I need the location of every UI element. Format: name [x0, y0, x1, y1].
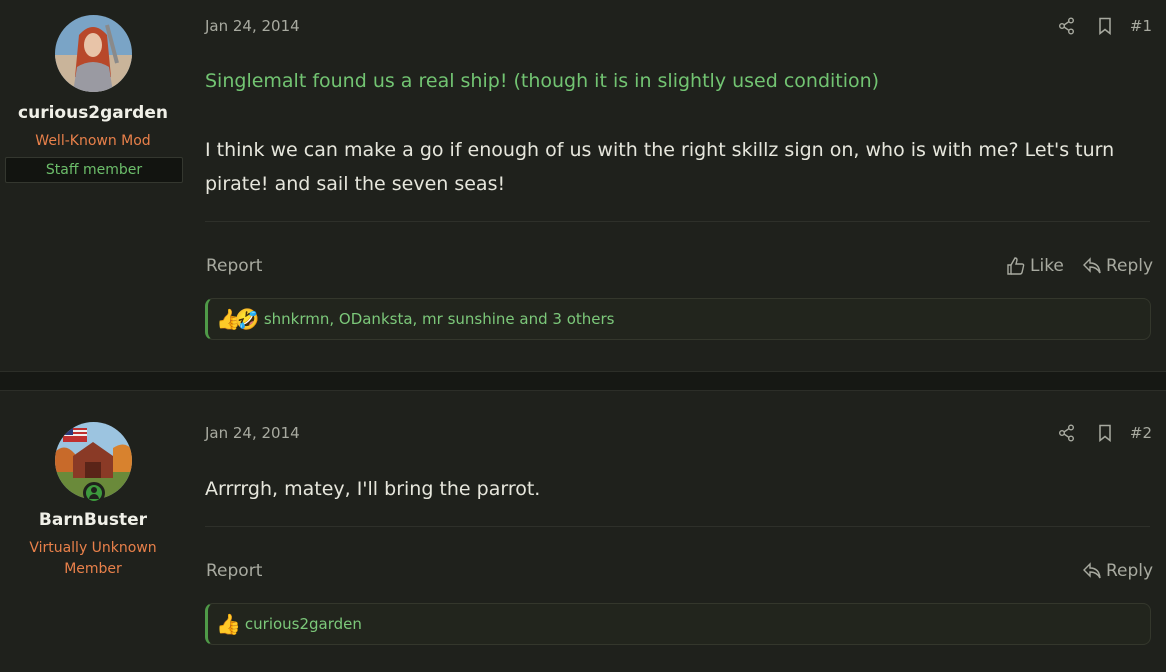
post-number[interactable]: #2: [1130, 424, 1152, 442]
post-body-text: I think we can make a go if enough of us…: [205, 139, 1115, 195]
post-top-actions: #1: [1048, 14, 1152, 38]
share-icon[interactable]: [1048, 421, 1086, 445]
post-separator: [0, 371, 1166, 391]
report-button[interactable]: Report: [206, 561, 262, 581]
reply-icon: [1083, 257, 1101, 274]
post-date[interactable]: Jan 24, 2014: [205, 17, 300, 35]
username[interactable]: curious2garden: [0, 103, 186, 123]
user-title-line1: Virtually Unknown: [29, 540, 157, 556]
reactions-bar[interactable]: 👍 curious2garden: [205, 603, 1151, 645]
bookmark-icon[interactable]: [1086, 421, 1124, 445]
like-button[interactable]: Like: [1006, 256, 1064, 276]
user-title: Virtually Unknown Member: [0, 538, 186, 580]
username[interactable]: BarnBuster: [0, 510, 186, 530]
user-cell: BarnBuster Virtually Unknown Member: [0, 391, 186, 672]
like-label: Like: [1030, 256, 1064, 276]
thumbs-up-icon: [1007, 257, 1025, 275]
user-title: Well-Known Mod: [35, 133, 151, 149]
thumbs-up-reaction-icon: 👍: [216, 612, 241, 636]
staff-badge: Staff member: [5, 157, 183, 183]
post-date[interactable]: Jan 24, 2014: [205, 424, 300, 442]
reactions-bar[interactable]: 👍 🤣 shnkrmn, ODanksta, mr sunshine and 3…: [205, 298, 1151, 340]
post-content: Arrrrgh, matey, I'll bring the parrot.: [205, 472, 1150, 506]
divider: [205, 221, 1150, 222]
laughing-reaction-icon: 🤣: [234, 307, 260, 331]
post-body-text: Arrrrgh, matey, I'll bring the parrot.: [205, 478, 541, 500]
reply-label: Reply: [1106, 561, 1154, 581]
post-content: Singlemalt found us a real ship! (though…: [205, 64, 1150, 201]
user-cell: curious2garden Well-Known Mod Staff memb…: [0, 0, 186, 371]
reply-button[interactable]: Reply: [1082, 256, 1153, 276]
post-1: curious2garden Well-Known Mod Staff memb…: [0, 0, 1166, 371]
bookmark-icon[interactable]: [1086, 14, 1124, 38]
post-highlight-text: Singlemalt found us a real ship! (though…: [205, 70, 880, 92]
reply-label: Reply: [1106, 256, 1154, 276]
post-number[interactable]: #1: [1130, 17, 1152, 35]
share-icon[interactable]: [1048, 14, 1086, 38]
avatar[interactable]: [55, 15, 132, 92]
report-button[interactable]: Report: [206, 256, 262, 276]
reply-icon: [1083, 562, 1101, 579]
post-2: BarnBuster Virtually Unknown Member Jan …: [0, 391, 1166, 672]
user-title-line2: Member: [64, 561, 122, 577]
reactions-list[interactable]: curious2garden: [245, 615, 362, 633]
divider: [205, 526, 1150, 527]
online-user-icon: [83, 482, 105, 504]
post-top-actions: #2: [1048, 421, 1152, 445]
reply-button[interactable]: Reply: [1082, 561, 1153, 581]
reactions-list[interactable]: shnkrmn, ODanksta, mr sunshine and 3 oth…: [264, 310, 615, 328]
